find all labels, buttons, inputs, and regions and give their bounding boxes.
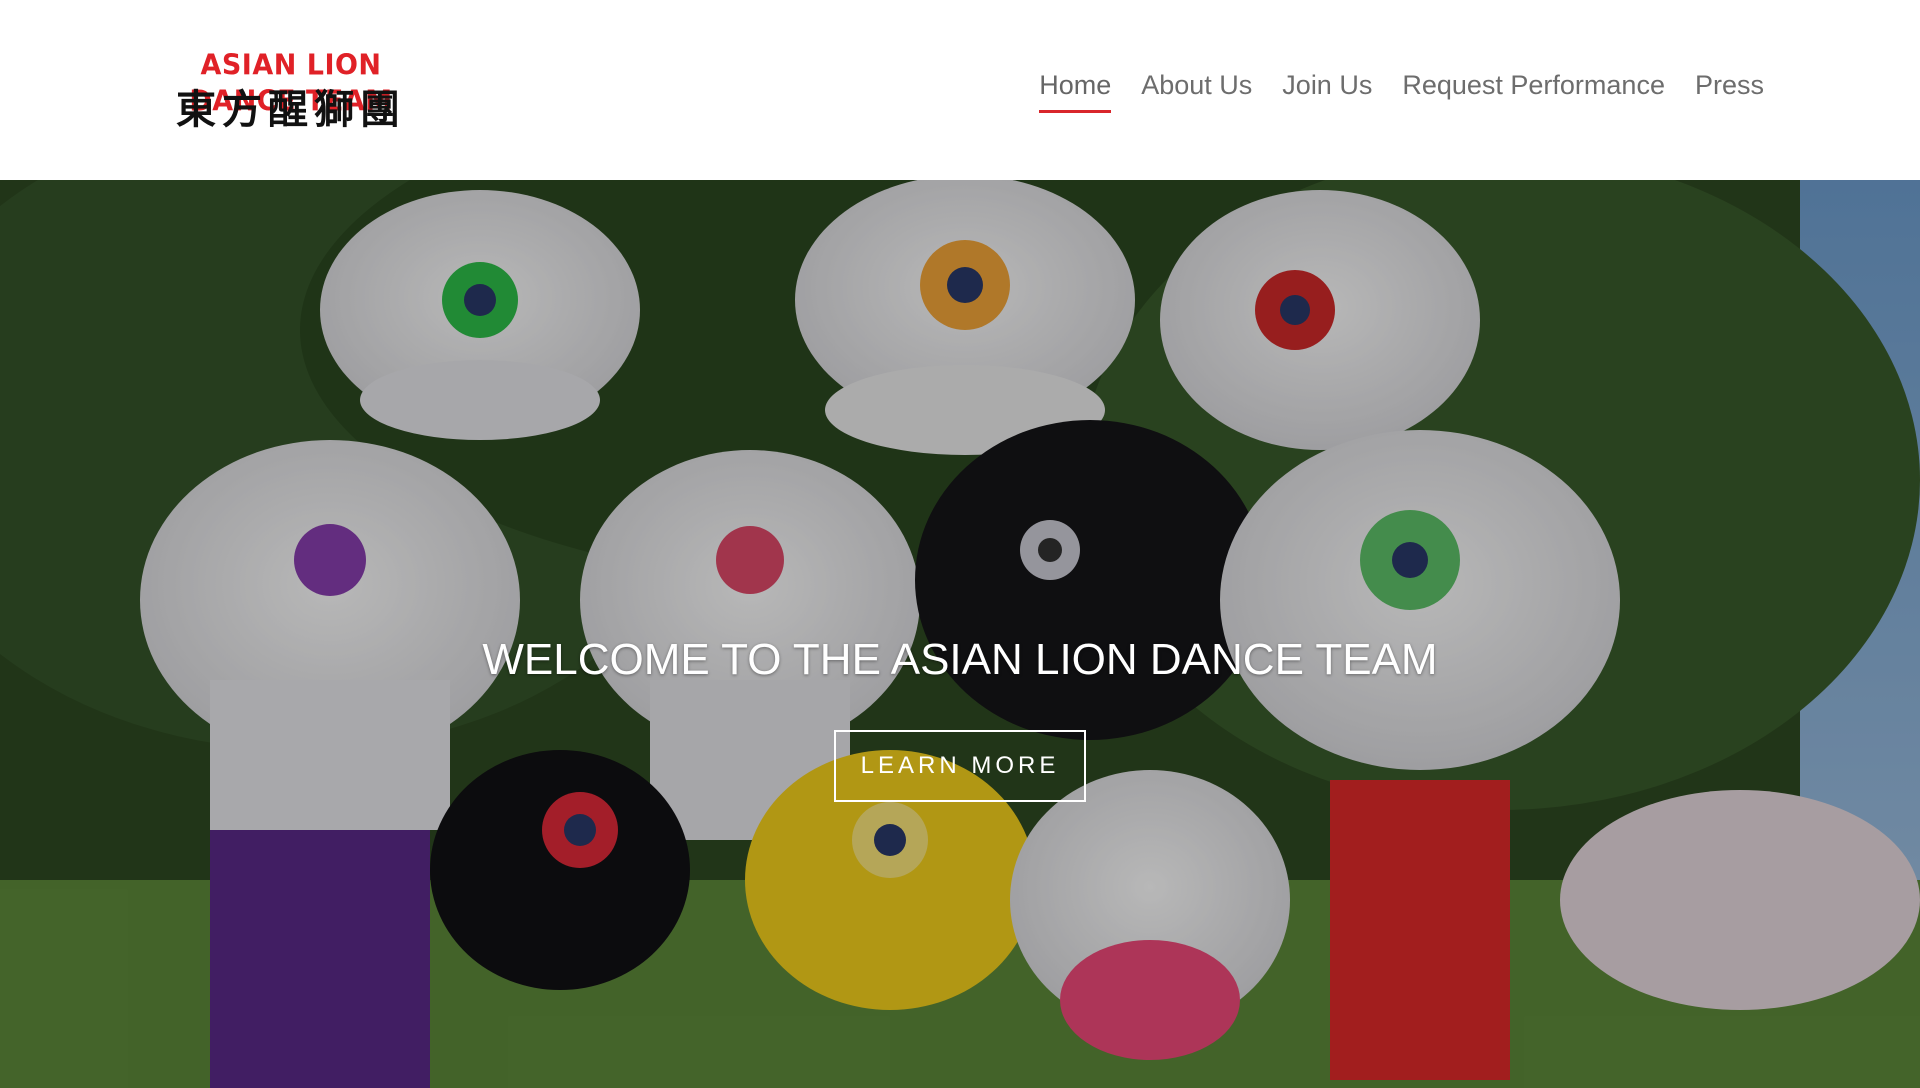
hero-title: WELCOME TO THE ASIAN LION DANCE TEAM xyxy=(482,635,1438,684)
nav-about-us[interactable]: About Us xyxy=(1141,70,1252,113)
hero-section: WELCOME TO THE ASIAN LION DANCE TEAM LEA… xyxy=(0,180,1920,1088)
learn-more-button[interactable]: LEARN MORE xyxy=(834,730,1086,802)
nav-home[interactable]: Home xyxy=(1039,70,1112,113)
logo-text-chinese: 東方醒獅團 xyxy=(176,86,406,133)
main-nav: Home About Us Join Us Request Performanc… xyxy=(1039,70,1764,120)
site-logo[interactable]: ASIAN LION DANCE TEAM 東方醒獅團 xyxy=(145,49,437,134)
nav-press[interactable]: Press xyxy=(1695,70,1764,113)
nav-request-performance[interactable]: Request Performance xyxy=(1402,70,1665,113)
hero-dark-overlay xyxy=(0,180,1920,1088)
nav-join-us[interactable]: Join Us xyxy=(1282,70,1372,113)
site-header: ASIAN LION DANCE TEAM 東方醒獅團 Home About U… xyxy=(0,0,1920,180)
